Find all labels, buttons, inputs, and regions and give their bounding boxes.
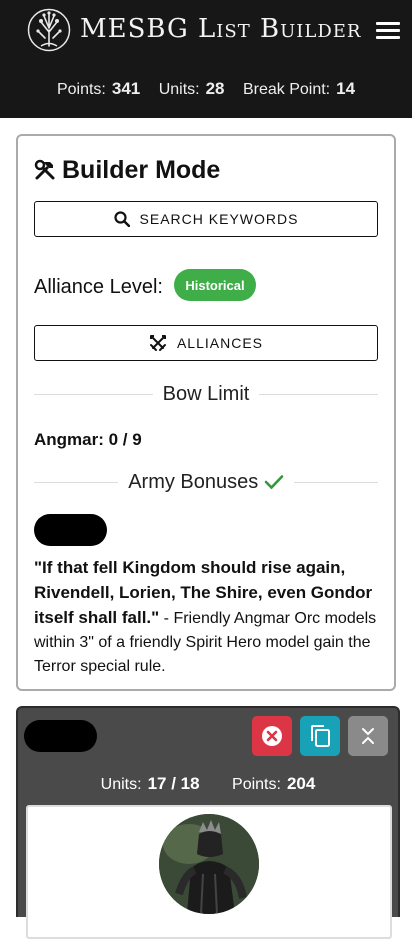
search-keywords-button[interactable]: SEARCH KEYWORDS: [34, 201, 378, 237]
army-list-card: Units: 17 / 18 Points: 204: [16, 706, 400, 939]
army-list-stats: Units: 17 / 18 Points: 204: [18, 774, 398, 794]
bow-limit-heading: Bow Limit: [162, 382, 250, 405]
hammer-wrench-icon: [34, 159, 55, 180]
army-bonus-tag: [34, 514, 107, 546]
alliance-level-label: Alliance Level:: [34, 276, 163, 298]
list-points-value: 204: [286, 774, 316, 793]
alliances-label: ALLIANCES: [176, 335, 264, 351]
bow-limit-divider: Bow Limit: [34, 382, 379, 405]
builder-mode-title: Builder Mode: [34, 156, 220, 185]
builder-mode-card: Builder Mode SEARCH KEYWORDS Alliance Le…: [16, 134, 396, 691]
break-point-label: Break Point:: [242, 81, 331, 98]
copy-list-button[interactable]: [300, 716, 340, 756]
list-units-value: 17 / 18: [147, 774, 200, 793]
points-label: Points:: [56, 81, 106, 98]
army-stats-bar: Points: 341 Units: 28 Break Point: 14: [0, 79, 412, 99]
army-list-tag: [24, 720, 97, 752]
army-bonuses-divider: Army Bonuses: [34, 471, 378, 493]
search-icon: [113, 211, 130, 227]
crossed-swords-icon: [149, 335, 166, 351]
app-title: MESBG List Builder: [80, 14, 362, 44]
collapse-chevrons-icon: [362, 728, 374, 744]
ringwraith-figure-image: [159, 814, 259, 914]
army-bonuses-heading: Army Bonuses: [128, 470, 259, 493]
copy-icon: [311, 725, 330, 747]
list-units-label: Units:: [100, 776, 142, 793]
delete-list-button[interactable]: [252, 716, 292, 756]
points-value: 341: [111, 79, 141, 98]
hamburger-menu-icon[interactable]: [376, 22, 400, 40]
alliances-button[interactable]: ALLIANCES: [34, 325, 378, 361]
break-point-value: 14: [336, 79, 356, 98]
unit-card[interactable]: [26, 805, 392, 939]
units-value: 28: [205, 79, 225, 98]
list-points-label: Points:: [232, 776, 281, 793]
collapse-list-button[interactable]: [348, 716, 388, 756]
search-keywords-label: SEARCH KEYWORDS: [139, 211, 299, 227]
white-tree-logo-icon: [27, 8, 71, 52]
army-bonus-description: "If that fell Kingdom should rise again,…: [34, 556, 380, 679]
alliance-level-badge: Historical: [174, 269, 256, 301]
units-label: Units:: [158, 81, 200, 98]
checkmark-icon: [264, 474, 284, 489]
top-app-bar: MESBG List Builder Points: 341 Units: 28 B…: [0, 0, 412, 118]
bow-limit-text: Angmar: 0 / 9: [34, 430, 142, 449]
builder-mode-title-text: Builder Mode: [62, 156, 221, 184]
close-circle-icon: [262, 726, 282, 746]
unit-avatar: [159, 814, 259, 914]
